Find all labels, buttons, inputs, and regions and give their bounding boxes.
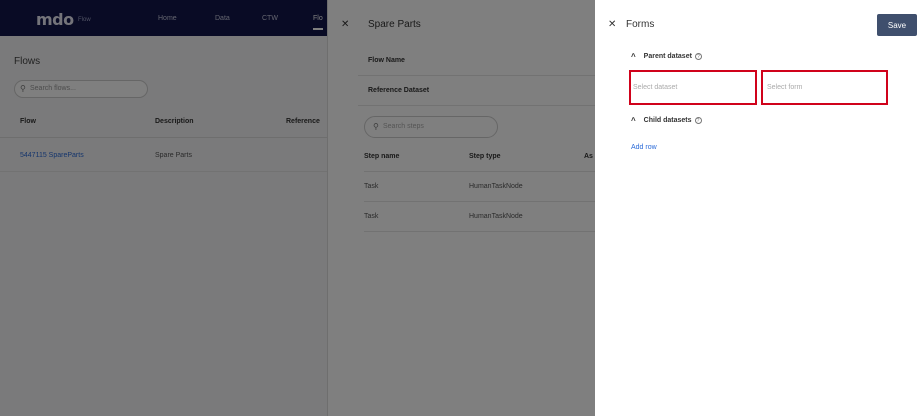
reference-dataset-label: Reference Dataset — [368, 87, 430, 94]
steps-search-placeholder: Search steps — [383, 123, 424, 130]
flow-description: Spare Parts — [155, 152, 192, 159]
child-datasets-label: Child datasets — [643, 117, 692, 124]
flows-search-placeholder: Search flows... — [30, 85, 76, 92]
help-icon[interactable]: ? — [694, 53, 702, 60]
column-assignee[interactable]: As — [584, 153, 593, 160]
forms-drawer: ✕ Forms Save ^ Parent dataset ? Select d… — [595, 0, 920, 416]
column-description[interactable]: Description — [155, 118, 194, 125]
column-reference[interactable]: Reference — [286, 118, 320, 125]
column-step-type[interactable]: Step type — [469, 153, 501, 160]
step-type: HumanTaskNode — [469, 213, 523, 220]
close-icon[interactable]: ✕ — [341, 19, 349, 30]
select-form-dropdown[interactable]: Select form — [761, 70, 888, 105]
flow-link[interactable]: 5447115 SpareParts — [20, 152, 84, 159]
table-row[interactable]: Task HumanTaskNode — [364, 202, 597, 232]
save-button[interactable]: Save — [877, 14, 917, 36]
nav-data[interactable]: Data — [215, 15, 230, 22]
page-title: Flows — [14, 56, 41, 67]
select-dataset-dropdown[interactable]: Select dataset — [629, 70, 757, 105]
step-type: HumanTaskNode — [469, 183, 523, 190]
steps-table-header: Step name Step type As — [364, 142, 597, 172]
column-flow[interactable]: Flow — [20, 118, 36, 125]
drawer-title: Spare Parts — [368, 19, 421, 30]
parent-dataset-section[interactable]: ^ Parent dataset ? — [631, 52, 702, 61]
flows-table-header — [0, 112, 340, 138]
nav-ctw[interactable]: CTW — [262, 15, 278, 22]
steps-search-input[interactable]: ⚲ Search steps — [364, 116, 498, 138]
add-row-link[interactable]: Add row — [631, 144, 657, 151]
nav-home[interactable]: Home — [158, 15, 177, 22]
select-form-placeholder: Select form — [767, 84, 803, 91]
column-step-name[interactable]: Step name — [364, 153, 399, 160]
flows-page: mdo Flow Home Data CTW Flo Flows ⚲ Searc… — [0, 0, 340, 416]
close-icon[interactable]: ✕ — [608, 19, 616, 30]
logo-subtitle: Flow — [78, 17, 91, 23]
table-row[interactable]: Task HumanTaskNode — [364, 172, 597, 202]
reference-dataset-row: Reference Dataset — [358, 76, 597, 106]
flow-name-row: Flow Name — [358, 46, 597, 76]
step-name: Task — [364, 213, 379, 220]
flow-name-label: Flow Name — [368, 57, 405, 64]
search-icon: ⚲ — [20, 84, 26, 93]
spare-parts-drawer: ✕ Spare Parts Flow Name Reference Datase… — [327, 0, 597, 416]
help-icon[interactable]: ? — [694, 117, 702, 124]
drawer-title: Forms — [626, 19, 655, 30]
logo[interactable]: mdo — [36, 10, 74, 29]
search-icon: ⚲ — [373, 122, 379, 131]
step-name: Task — [364, 183, 379, 190]
parent-dataset-label: Parent dataset — [643, 53, 692, 60]
select-dataset-placeholder: Select dataset — [633, 84, 678, 91]
chevron-up-icon[interactable]: ^ — [631, 116, 636, 125]
child-datasets-section[interactable]: ^ Child datasets ? — [631, 116, 702, 125]
chevron-up-icon[interactable]: ^ — [631, 52, 636, 61]
nav-flows[interactable]: Flo — [313, 15, 323, 30]
top-navbar: mdo Flow Home Data CTW Flo — [0, 0, 340, 36]
